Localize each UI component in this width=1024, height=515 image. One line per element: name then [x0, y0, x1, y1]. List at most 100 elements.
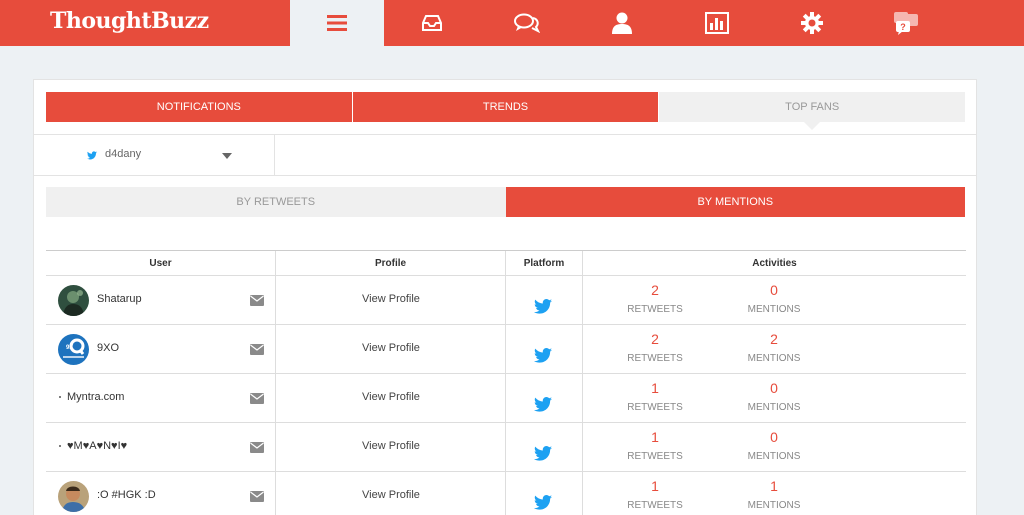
envelope-icon[interactable] [250, 442, 264, 453]
nav-profile[interactable] [575, 0, 669, 46]
view-profile-link[interactable]: View Profile [276, 489, 506, 501]
top-fans-table: User Profile Platform Activities Shataru… [46, 250, 966, 515]
header-user: User [46, 251, 276, 275]
nav-settings[interactable] [765, 0, 859, 46]
platform-cell [506, 276, 583, 324]
activities-cell: 2 RETWEETS 0 MENTIONS [583, 276, 966, 324]
header-profile: Profile [276, 251, 506, 275]
envelope-icon[interactable] [250, 393, 264, 404]
twitter-icon [534, 446, 552, 461]
retweets-count: 1 [651, 380, 659, 396]
avatar[interactable] [58, 285, 89, 316]
user-name[interactable]: 9XO [97, 342, 119, 354]
envelope-icon[interactable] [250, 295, 264, 306]
activities-cell: 2 RETWEETS 2 MENTIONS [583, 325, 966, 373]
filter-row: d4dany [34, 134, 976, 176]
retweets-count: 2 [651, 331, 659, 347]
retweets-label: RETWEETS [627, 353, 683, 364]
view-profile-link[interactable]: View Profile [276, 342, 506, 354]
help-chat-icon: ? [894, 12, 918, 35]
user-icon [612, 12, 632, 34]
activities-cell: 1 RETWEETS 0 MENTIONS [583, 423, 966, 471]
account-dropdown[interactable]: d4dany [34, 135, 275, 175]
profile-cell: View Profile [276, 423, 506, 471]
mentions-count: 0 [770, 429, 778, 445]
mentions-count: 0 [770, 380, 778, 396]
tab-top-fans[interactable]: TOP FANS [658, 92, 966, 130]
nav-menu[interactable] [290, 0, 384, 46]
retweets-count: 1 [651, 478, 659, 494]
table-row: Shatarup View Profile 2 RETWEETS 0 MENTI… [46, 276, 966, 325]
table-row: ♥M♥A♥N♥I♥ View Profile 1 RETWEETS 0 MENT… [46, 423, 966, 472]
missing-avatar [59, 445, 61, 447]
profile-cell: View Profile [276, 276, 506, 324]
retweets-stat: 1 RETWEETS [615, 429, 695, 462]
inbox-icon [422, 15, 442, 31]
activities-cell: 1 RETWEETS 1 MENTIONS [583, 472, 966, 515]
user-name[interactable]: Shatarup [97, 293, 142, 305]
avatar[interactable] [58, 481, 89, 512]
tab-trends[interactable]: TRENDS [351, 92, 659, 122]
mentions-stat: 2 MENTIONS [734, 331, 814, 364]
envelope-icon[interactable] [250, 491, 264, 502]
app-logo[interactable]: ThoughtBuzz [50, 8, 209, 34]
retweets-stat: 2 RETWEETS [615, 331, 695, 364]
user-cell: Shatarup [46, 276, 276, 324]
nav-reports[interactable] [670, 0, 764, 46]
user-name[interactable]: ♥M♥A♥N♥I♥ [67, 440, 127, 452]
platform-cell [506, 423, 583, 471]
table-row: :O #HGK :D View Profile 1 RETWEETS 1 MEN… [46, 472, 966, 515]
table-row: Myntra.com View Profile 1 RETWEETS 0 MEN… [46, 374, 966, 423]
mentions-label: MENTIONS [747, 402, 801, 413]
mentions-count: 0 [770, 282, 778, 298]
mentions-label: MENTIONS [747, 304, 801, 315]
header-platform: Platform [506, 251, 583, 275]
view-profile-link[interactable]: View Profile [276, 440, 506, 452]
view-profile-link[interactable]: View Profile [276, 391, 506, 403]
envelope-icon[interactable] [250, 344, 264, 355]
nav-help[interactable]: ? [860, 0, 954, 46]
menu-icon [327, 15, 347, 31]
retweets-stat: 1 RETWEETS [615, 380, 695, 413]
mentions-stat: 1 MENTIONS [734, 478, 814, 511]
user-cell: Myntra.com [46, 374, 276, 422]
avatar[interactable]: 9X [58, 334, 89, 365]
user-cell: ♥M♥A♥N♥I♥ [46, 423, 276, 471]
svg-text:?: ? [900, 22, 906, 32]
mentions-count: 2 [770, 331, 778, 347]
twitter-icon [534, 299, 552, 314]
mentions-count: 1 [770, 478, 778, 494]
missing-avatar [59, 396, 61, 398]
header-activities: Activities [752, 257, 797, 269]
platform-cell [506, 374, 583, 422]
bar-chart-icon [705, 12, 729, 34]
main-tabs: NOTIFICATIONS TRENDS TOP FANS [46, 92, 966, 130]
nav-inbox[interactable] [385, 0, 479, 46]
profile-cell: View Profile [276, 472, 506, 515]
tab-by-retweets[interactable]: BY RETWEETS [46, 187, 506, 217]
view-profile-link[interactable]: View Profile [276, 293, 506, 305]
chevron-down-icon [222, 153, 232, 159]
mentions-stat: 0 MENTIONS [734, 282, 814, 315]
twitter-icon [87, 151, 97, 160]
mentions-label: MENTIONS [747, 500, 801, 511]
nav-conversations[interactable] [480, 0, 574, 46]
twitter-icon [534, 348, 552, 363]
user-name[interactable]: :O #HGK :D [97, 489, 156, 501]
retweets-count: 2 [651, 282, 659, 298]
user-name[interactable]: Myntra.com [67, 391, 124, 403]
twitter-icon [534, 495, 552, 510]
twitter-icon [534, 397, 552, 412]
svg-text:9X: 9X [66, 345, 73, 351]
platform-cell [506, 472, 583, 515]
tab-by-mentions[interactable]: BY MENTIONS [505, 187, 965, 217]
mentions-label: MENTIONS [747, 451, 801, 462]
top-fans-panel: NOTIFICATIONS TRENDS TOP FANS d4dany BY … [33, 79, 977, 515]
mentions-stat: 0 MENTIONS [734, 380, 814, 413]
retweets-label: RETWEETS [627, 304, 683, 315]
retweets-stat: 2 RETWEETS [615, 282, 695, 315]
table-header: User Profile Platform Activities [46, 251, 966, 276]
tab-notifications[interactable]: NOTIFICATIONS [46, 92, 352, 122]
user-cell: 9X 9XO [46, 325, 276, 373]
table-row: 9X 9XO View Profile 2 RETWEETS 2 MENTION… [46, 325, 966, 374]
